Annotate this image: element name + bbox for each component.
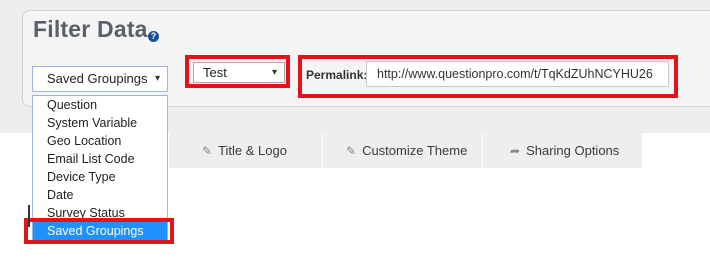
grouping-select-value: Saved Groupings	[47, 71, 148, 86]
dropdown-option-date[interactable]: Date	[33, 186, 167, 204]
grouping-select[interactable]: Saved Groupings ▾	[32, 66, 168, 92]
highlight-box-test	[185, 55, 290, 88]
dropdown-option-geo-location[interactable]: Geo Location	[33, 132, 167, 150]
divider	[28, 205, 30, 227]
help-icon[interactable]: ?	[148, 31, 159, 42]
tab-label: Sharing Options	[526, 143, 620, 158]
edit-icon: ✎	[202, 144, 213, 158]
tab-label: Title & Logo	[218, 143, 287, 158]
dropdown-option-question[interactable]: Question	[33, 96, 167, 114]
dropdown-option-device-type[interactable]: Device Type	[33, 168, 167, 186]
tab-divider	[482, 133, 483, 168]
share-arrow-icon: ➦	[510, 144, 521, 158]
page-title: Filter Data	[33, 16, 148, 42]
tab-divider	[168, 133, 169, 168]
highlight-box-saved-groupings	[24, 218, 174, 244]
edit-icon: ✎	[346, 144, 357, 158]
tab-title-logo[interactable]: ✎ Title & Logo	[202, 133, 287, 168]
dropdown-option-system-variable[interactable]: System Variable	[33, 114, 167, 132]
tab-divider	[322, 133, 323, 168]
tab-customize-theme[interactable]: ✎ Customize Theme	[346, 133, 467, 168]
dropdown-option-email-list-code[interactable]: Email List Code	[33, 150, 167, 168]
tab-label: Customize Theme	[362, 143, 468, 158]
highlight-box-permalink	[298, 55, 678, 98]
chevron-down-icon: ▾	[154, 73, 160, 84]
tab-sharing-options[interactable]: ➦ Sharing Options	[510, 133, 619, 168]
